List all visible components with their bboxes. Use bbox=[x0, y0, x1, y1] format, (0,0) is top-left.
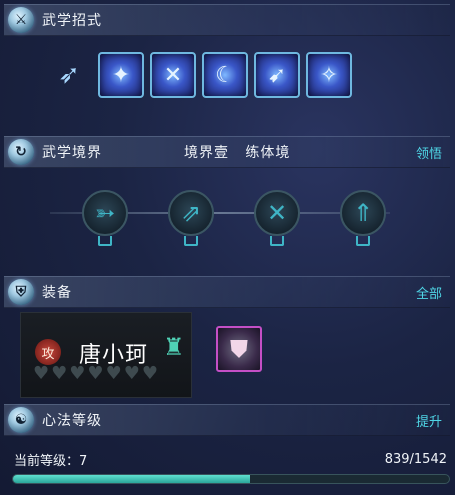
arrow-volley-icon[interactable]: ⇗ bbox=[168, 190, 214, 236]
swordsman-icon[interactable]: ✦ bbox=[98, 52, 144, 98]
lock-icon bbox=[184, 236, 198, 246]
martial-moves-header: ⚔ 武学招式 bbox=[4, 4, 450, 36]
upgrade-button[interactable]: 提升 bbox=[416, 411, 442, 430]
equipment-title: 装备 bbox=[42, 285, 72, 301]
sword-slash-icon: ⚔ bbox=[8, 7, 34, 33]
mind-method-title: 心法等级 bbox=[42, 413, 102, 429]
leaping-warrior-icon[interactable]: ✧ bbox=[306, 52, 352, 98]
martial-realm-header: ↻ 武学境界 境界壹 练体境 领悟 bbox=[4, 136, 450, 168]
realm-info: 境界壹 练体境 bbox=[184, 142, 290, 162]
crossed-arrows-icon[interactable]: ✕ bbox=[254, 190, 300, 236]
bird-dash-icon[interactable]: ➶ bbox=[46, 52, 92, 98]
martial-realm-title: 武学境界 bbox=[42, 145, 102, 161]
heart-icon: ♥ bbox=[87, 363, 104, 384]
spinning-sword-icon[interactable]: ➹ bbox=[254, 52, 300, 98]
swirl-icon: ↻ bbox=[8, 139, 34, 165]
current-level: 当前等级：7 bbox=[14, 454, 88, 469]
martial-moves-title: 武学招式 bbox=[42, 13, 102, 29]
meditation-icon: ☯ bbox=[8, 407, 34, 433]
heart-rating: ♥ ♥ ♥ ♥ ♥ ♥ ♥ bbox=[33, 365, 158, 383]
heart-icon: ♥ bbox=[69, 363, 86, 384]
progress-bar bbox=[12, 474, 450, 484]
crescent-moon-icon[interactable]: ☾ bbox=[202, 52, 248, 98]
attack-badge: 攻 bbox=[35, 339, 61, 365]
heart-icon: ♥ bbox=[141, 363, 158, 384]
armor-icon: ⛨ bbox=[8, 279, 34, 305]
view-all-button[interactable]: 全部 bbox=[416, 283, 442, 302]
comprehend-button[interactable]: 领悟 bbox=[416, 143, 442, 162]
heart-icon: ♥ bbox=[123, 363, 140, 384]
heart-icon: ♥ bbox=[33, 363, 50, 384]
progress-count: 839/1542 bbox=[384, 452, 447, 467]
equipment-header: ⛨ 装备 全部 bbox=[4, 276, 450, 308]
crossbow-icon[interactable]: ➳ bbox=[82, 190, 128, 236]
lock-icon bbox=[356, 236, 370, 246]
skill-list: ➶ ✦ ✕ ☾ ➹ ✧ bbox=[46, 52, 352, 98]
heart-icon: ♥ bbox=[105, 363, 122, 384]
heart-icon: ♥ bbox=[51, 363, 68, 384]
lock-icon bbox=[98, 236, 112, 246]
realm-level: 境界壹 bbox=[184, 145, 229, 161]
character-figure-icon: ♜ bbox=[163, 333, 185, 361]
mind-method-header: ☯ 心法等级 提升 bbox=[4, 404, 450, 436]
character-card[interactable]: 攻 唐小珂 ♜ ♥ ♥ ♥ ♥ ♥ ♥ ♥ bbox=[20, 312, 192, 398]
realm-name: 练体境 bbox=[245, 145, 291, 161]
bow-shield-icon[interactable]: ⇑ bbox=[340, 190, 386, 236]
progress-fill bbox=[13, 475, 251, 483]
lock-icon bbox=[270, 236, 284, 246]
armor-piece-icon[interactable]: ⛊ bbox=[216, 326, 262, 372]
crossed-blades-icon[interactable]: ✕ bbox=[150, 52, 196, 98]
